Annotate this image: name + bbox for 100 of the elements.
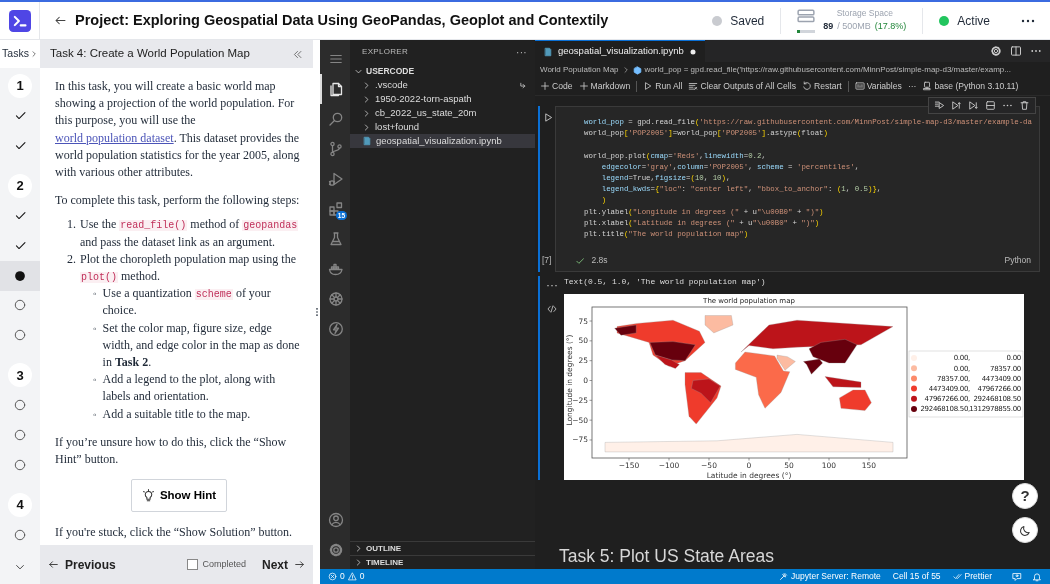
list-number: 1.	[67, 216, 76, 234]
breadcrumb-item[interactable]: world_pop = gpd.read_file('https://raw.githubusercontent.com/MinnPost/simple-map-d3/master/examp...	[644, 64, 1011, 76]
explorer-title: EXPLORER	[362, 46, 408, 58]
arrow-left-icon	[48, 559, 59, 570]
server-status[interactable]: Jupyter Server: Remote	[779, 570, 881, 583]
task-step[interactable]: 4	[0, 490, 40, 521]
toolbar-button[interactable]: Restart	[801, 80, 842, 93]
plus-icon	[540, 81, 550, 92]
lightning-icon[interactable]	[328, 321, 344, 337]
folder-item[interactable]: 1950-2022-torn-aspath	[350, 92, 535, 106]
circle-icon	[14, 299, 26, 312]
hint-button[interactable]: Show Hint	[130, 479, 228, 513]
list-bullet: ◦	[93, 287, 97, 302]
run-debug-icon[interactable]	[328, 171, 344, 187]
notebook-file-icon	[543, 46, 553, 57]
split-cell-icon[interactable]	[985, 100, 996, 111]
theme-toggle-button[interactable]	[1012, 517, 1038, 543]
back-arrow-icon[interactable]	[54, 14, 67, 27]
cell-language[interactable]: Python	[1004, 254, 1031, 267]
toolbar-button[interactable]: Code	[540, 80, 573, 93]
bell-icon[interactable]	[1032, 571, 1042, 582]
run-above-icon[interactable]	[951, 100, 962, 111]
wheel-icon[interactable]	[328, 291, 344, 307]
status-dot	[712, 15, 723, 26]
list-item: Use the read_file() method of geopandas and pass the dataset link as an argument.	[80, 216, 300, 251]
check-icon	[575, 255, 586, 266]
circle-icon	[14, 399, 26, 412]
storage-percent: (17.8%)	[874, 20, 907, 34]
previous-button[interactable]: Previous	[48, 555, 116, 574]
help-button[interactable]: ?	[1012, 483, 1038, 509]
run-by-line-icon[interactable]	[934, 100, 945, 111]
toolbar-button[interactable]: Variables	[854, 80, 902, 93]
folder-item[interactable]: cb_2022_us_state_20m	[350, 106, 535, 120]
collapsed-section[interactable]: OUTLINE	[350, 541, 535, 555]
next-button[interactable]: Next	[262, 555, 305, 574]
folder-item[interactable]: .vscode	[350, 78, 535, 92]
step-number: 2	[8, 173, 32, 198]
editor-tab[interactable]: geospatial_visualization.ipynb	[535, 40, 705, 62]
search-icon[interactable]	[328, 111, 344, 127]
kernel-picker[interactable]: base (Python 3.10.11)	[922, 80, 1019, 93]
run-all-icon	[643, 81, 654, 92]
restart-icon	[801, 81, 812, 92]
paragraph: To complete this task, perform the following steps:	[55, 192, 301, 210]
account-icon[interactable]	[328, 512, 344, 528]
list-item: Add a legend to the plot, along with labels and orientation.	[102, 371, 277, 406]
dataset-link[interactable]: world population dataset	[55, 130, 174, 145]
collapse-icon[interactable]	[292, 48, 303, 60]
source-control-icon[interactable]	[328, 141, 344, 157]
list-bullet: ◦	[93, 407, 97, 422]
plus-icon	[578, 81, 589, 92]
list-item: Add a suitable title to the map.	[102, 405, 251, 423]
menu-icon[interactable]	[329, 52, 343, 66]
more-button[interactable]: ···	[516, 44, 527, 60]
circle-icon	[14, 429, 26, 442]
chevron-right-icon	[621, 66, 630, 74]
chevron-right-icon[interactable]	[29, 49, 38, 58]
tasks-label: Tasks	[2, 46, 29, 62]
code-tag-icon[interactable]	[547, 303, 557, 314]
double-check-icon	[952, 572, 962, 581]
formatter-status[interactable]: Prettier	[952, 570, 992, 583]
paragraph: If you're stuck, click the “Show Solution” button.	[55, 524, 294, 542]
arrow-icon	[518, 80, 527, 90]
extensions-icon[interactable]	[328, 201, 344, 217]
task-step[interactable]: 1	[0, 70, 40, 101]
toolbar-button[interactable]: ···	[907, 80, 917, 93]
terminal-logo-icon[interactable]	[8, 9, 31, 32]
run-cell-icon[interactable]	[543, 112, 554, 123]
run-duration: 2.8s	[591, 254, 608, 267]
split-editor-icon[interactable]	[1010, 45, 1022, 57]
session-status: Active	[957, 12, 990, 30]
project-title: Project: Exploring Geospatial Data Using GeoPandas, Geoplot and Contextily	[75, 10, 609, 30]
folder-item[interactable]: lost+found	[350, 120, 535, 134]
run-below-icon[interactable]	[968, 100, 979, 111]
problems-status[interactable]: 0 0	[328, 570, 365, 583]
output-text: Text(0.5, 1.0, 'The world population map')	[564, 275, 767, 288]
markdown-heading: Task 5: Plot US State Areas	[559, 544, 775, 568]
task-step[interactable]: 2	[0, 170, 40, 201]
clear-outputs-icon	[688, 81, 699, 92]
files-icon[interactable]	[328, 81, 344, 97]
whale-icon[interactable]	[328, 261, 344, 277]
toolbar-button[interactable]: Clear Outputs of All Cells	[688, 80, 796, 93]
flask-icon[interactable]	[328, 231, 344, 247]
settings-icon[interactable]	[990, 45, 1002, 57]
variable-icon	[632, 65, 642, 75]
breadcrumb-item[interactable]: World Population Map	[540, 64, 619, 76]
toolbar-button[interactable]: Run All	[643, 80, 683, 93]
paragraph: If you’re unsure how to do this, click the “Show Hint” button.	[55, 433, 288, 469]
cell-position[interactable]: Cell 15 of 55	[892, 570, 941, 583]
more-button[interactable]: ···	[546, 275, 558, 294]
task-step[interactable]: 3	[0, 360, 40, 391]
task-step[interactable]	[0, 260, 40, 291]
feedback-icon[interactable]	[1012, 571, 1022, 582]
storage-total: / 500MB	[837, 20, 871, 34]
step-number: 3	[8, 363, 32, 388]
storage-label: Storage Space	[836, 7, 893, 21]
explorer-root[interactable]: USERCODE	[350, 64, 535, 78]
delete-icon[interactable]	[1019, 100, 1030, 111]
toolbar-button[interactable]: Markdown	[578, 80, 631, 93]
file-item[interactable]: geospatial_visualization.ipynb	[350, 134, 535, 148]
completed-checkbox[interactable]: Completed	[187, 557, 246, 572]
